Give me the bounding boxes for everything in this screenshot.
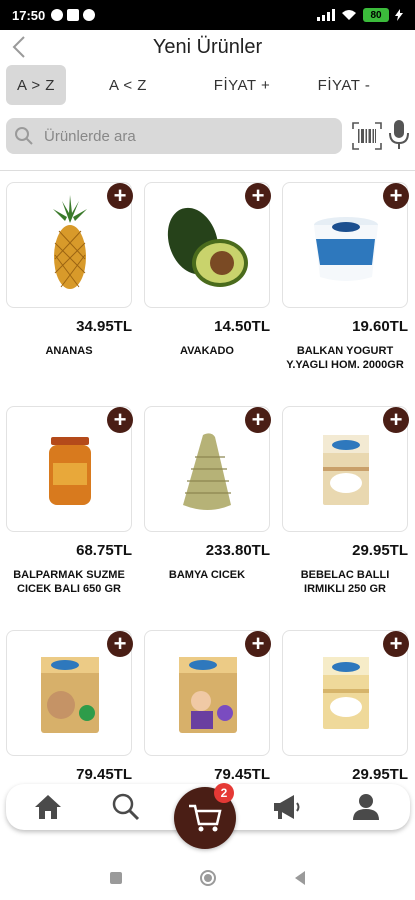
search-box[interactable] (6, 118, 342, 154)
product-price: 79.45TL (76, 766, 132, 783)
product-image[interactable]: + (282, 406, 409, 532)
back-button-icon[interactable] (290, 868, 310, 888)
home-icon (35, 795, 61, 819)
user-icon (353, 794, 379, 820)
add-to-cart-button[interactable]: + (245, 183, 271, 209)
tab-price-desc[interactable]: FİYAT - (308, 65, 380, 105)
add-to-cart-button[interactable]: + (383, 407, 409, 433)
product-price: 79.45TL (214, 766, 270, 783)
notification-icon (51, 9, 64, 21)
home-button-icon[interactable] (198, 868, 218, 888)
divider (0, 170, 415, 171)
microphone-icon[interactable] (388, 118, 410, 152)
add-to-cart-button[interactable]: + (245, 407, 271, 433)
add-to-cart-button[interactable]: + (107, 183, 133, 209)
product-name: BEBELAC BALLI IRMIKLI 250 GR (300, 569, 390, 595)
page-title: Yeni Ürünler (152, 35, 263, 58)
product-name: ANANAS (45, 345, 93, 357)
wifi-icon (342, 10, 356, 20)
product-card[interactable]: + 14.50TL AVAKADO (144, 182, 271, 357)
nav-home[interactable] (30, 790, 66, 824)
add-to-cart-button[interactable]: + (383, 631, 409, 657)
product-image[interactable]: + (144, 406, 271, 532)
product-image[interactable]: + (144, 182, 271, 308)
product-image[interactable]: + (282, 182, 409, 308)
tab-price-asc[interactable]: FİYAT + (206, 65, 278, 105)
charging-icon (395, 9, 403, 21)
product-card[interactable]: + 19.60TL BALKAN YOGURT Y.YAGLI HOM. 200… (282, 182, 409, 371)
sort-tabs: A > Z A < Z FİYAT + FİYAT - (0, 64, 415, 106)
product-card[interactable]: + 79.45TL (144, 630, 271, 783)
product-card[interactable]: + 29.95TL (282, 630, 409, 783)
back-icon[interactable] (8, 34, 32, 60)
barcode-scan-icon[interactable] (352, 122, 382, 150)
product-card[interactable]: + 34.95TL ANANAS (6, 182, 133, 357)
tab-sort-a-z[interactable]: A > Z (6, 65, 66, 105)
product-name: BAMYA CICEK (168, 569, 246, 581)
product-price: 68.75TL (76, 542, 132, 559)
nav-search[interactable] (108, 790, 144, 824)
product-image[interactable]: + (282, 630, 409, 756)
nav-account[interactable] (348, 790, 384, 824)
tab-sort-z-a[interactable]: A < Z (98, 65, 158, 105)
product-image[interactable]: + (6, 406, 133, 532)
product-card[interactable]: + 79.45TL (6, 630, 133, 783)
product-price: 29.95TL (352, 542, 408, 559)
product-card[interactable]: + 233.80TL BAMYA CICEK (144, 406, 271, 581)
product-card[interactable]: + 29.95TL BEBELAC BALLI IRMIKLI 250 GR (282, 406, 409, 595)
product-name: BALKAN YOGURT Y.YAGLI HOM. 2000GR (286, 345, 404, 371)
product-name: BALPARMAK SUZME CICEK BALI 650 GR (13, 569, 125, 595)
search-row (0, 116, 415, 156)
add-to-cart-button[interactable]: + (245, 631, 271, 657)
battery-icon: 80 (363, 8, 389, 22)
cart-count-badge: 2 (214, 783, 234, 803)
gallery-notification-icon (67, 9, 80, 21)
cart-icon (189, 804, 222, 832)
product-price: 233.80TL (205, 542, 270, 559)
product-price: 29.95TL (352, 766, 408, 783)
add-to-cart-button[interactable]: + (107, 631, 133, 657)
nav-campaigns[interactable] (268, 790, 304, 824)
product-image[interactable]: + (6, 182, 133, 308)
recents-icon[interactable] (106, 868, 126, 888)
product-image[interactable]: + (6, 630, 133, 756)
product-name: AVAKADO (180, 345, 234, 357)
add-to-cart-button[interactable]: + (383, 183, 409, 209)
app-notification-icon (83, 9, 96, 21)
megaphone-icon (274, 795, 300, 819)
search-input[interactable] (44, 127, 324, 145)
signal-icon (317, 9, 335, 21)
product-card[interactable]: + 68.75TL BALPARMAK SUZME CICEK BALI 650… (6, 406, 133, 595)
product-price: 14.50TL (214, 318, 270, 335)
system-nav-bar (0, 856, 415, 900)
search-icon (15, 127, 33, 145)
search-icon (112, 793, 140, 821)
product-image[interactable]: + (144, 630, 271, 756)
product-price: 34.95TL (76, 318, 132, 335)
status-time: 17:50 (12, 7, 46, 23)
status-bar: 17:50 80 (0, 0, 415, 30)
header: Yeni Ürünler (0, 30, 415, 64)
product-price: 19.60TL (352, 318, 408, 335)
add-to-cart-button[interactable]: + (107, 407, 133, 433)
